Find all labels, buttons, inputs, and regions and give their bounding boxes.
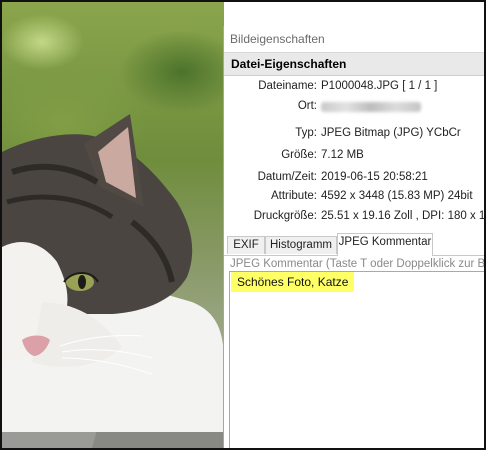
prop-row-datetime: Datum/Zeit: 2019-06-15 20:58:21 <box>224 171 484 187</box>
prop-label: Typ: <box>295 127 317 139</box>
properties-dialog: Bildeigenschaften Datei-Eigenschaften Da… <box>223 26 486 448</box>
prop-label: Datum/Zeit: <box>257 171 317 183</box>
prop-row-size: Größe: 7.12 MB <box>224 149 484 165</box>
prop-row-printsize: Druckgröße: 25.51 x 19.16 Zoll , DPI: 18… <box>224 210 486 226</box>
screenshot-frame: Bildeigenschaften Datei-Eigenschaften Da… <box>0 0 486 450</box>
comment-text: Schönes Foto, Katze <box>231 272 355 292</box>
prop-value: 7.12 MB <box>321 149 364 161</box>
prop-label: Attribute: <box>270 190 317 202</box>
prop-value: 2019-06-15 20:58:21 <box>321 171 428 183</box>
prop-label: Dateiname: <box>258 80 317 92</box>
comment-hint: JPEG Kommentar (Taste T oder Doppelklick… <box>230 258 486 270</box>
prop-label: Druckgröße: <box>253 210 317 222</box>
jpeg-comment-textarea[interactable]: Schönes Foto, Katze <box>229 271 484 448</box>
dialog-titlebar[interactable]: Bildeigenschaften <box>224 26 484 53</box>
prop-value: P1000048.JPG [ 1 / 1 ] <box>321 80 438 92</box>
cat-illustration <box>2 114 224 448</box>
tab-jpeg-comment[interactable]: JPEG Kommentar <box>337 233 433 256</box>
prop-label: Größe: <box>281 149 317 161</box>
section-title: Datei-Eigenschaften <box>231 57 347 71</box>
prop-value: 4592 x 3448 (15.83 MP) 24bit <box>321 190 473 202</box>
redacted-blur <box>321 102 421 112</box>
prop-row-location: Ort: <box>224 100 484 116</box>
prop-row-type: Typ: JPEG Bitmap (JPG) YCbCr <box>224 127 484 143</box>
dialog-title: Bildeigenschaften <box>230 32 325 46</box>
prop-value-redacted <box>321 100 421 115</box>
tab-histogram[interactable]: Histogramm <box>265 236 337 254</box>
prop-value: JPEG Bitmap (JPG) YCbCr <box>321 127 461 139</box>
prop-label: Ort: <box>297 100 317 112</box>
cat-photo <box>2 2 224 448</box>
prop-row-attributes: Attribute: 4592 x 3448 (15.83 MP) 24bit <box>224 190 484 206</box>
section-header: Datei-Eigenschaften <box>224 53 484 76</box>
prop-row-filename: Dateiname: P1000048.JPG [ 1 / 1 ] <box>224 80 484 96</box>
tab-exif[interactable]: EXIF <box>227 236 265 254</box>
prop-value: 25.51 x 19.16 Zoll , DPI: 180 x 18 <box>321 210 486 222</box>
tab-bar: EXIF Histogramm JPEG Kommentar <box>224 233 484 256</box>
